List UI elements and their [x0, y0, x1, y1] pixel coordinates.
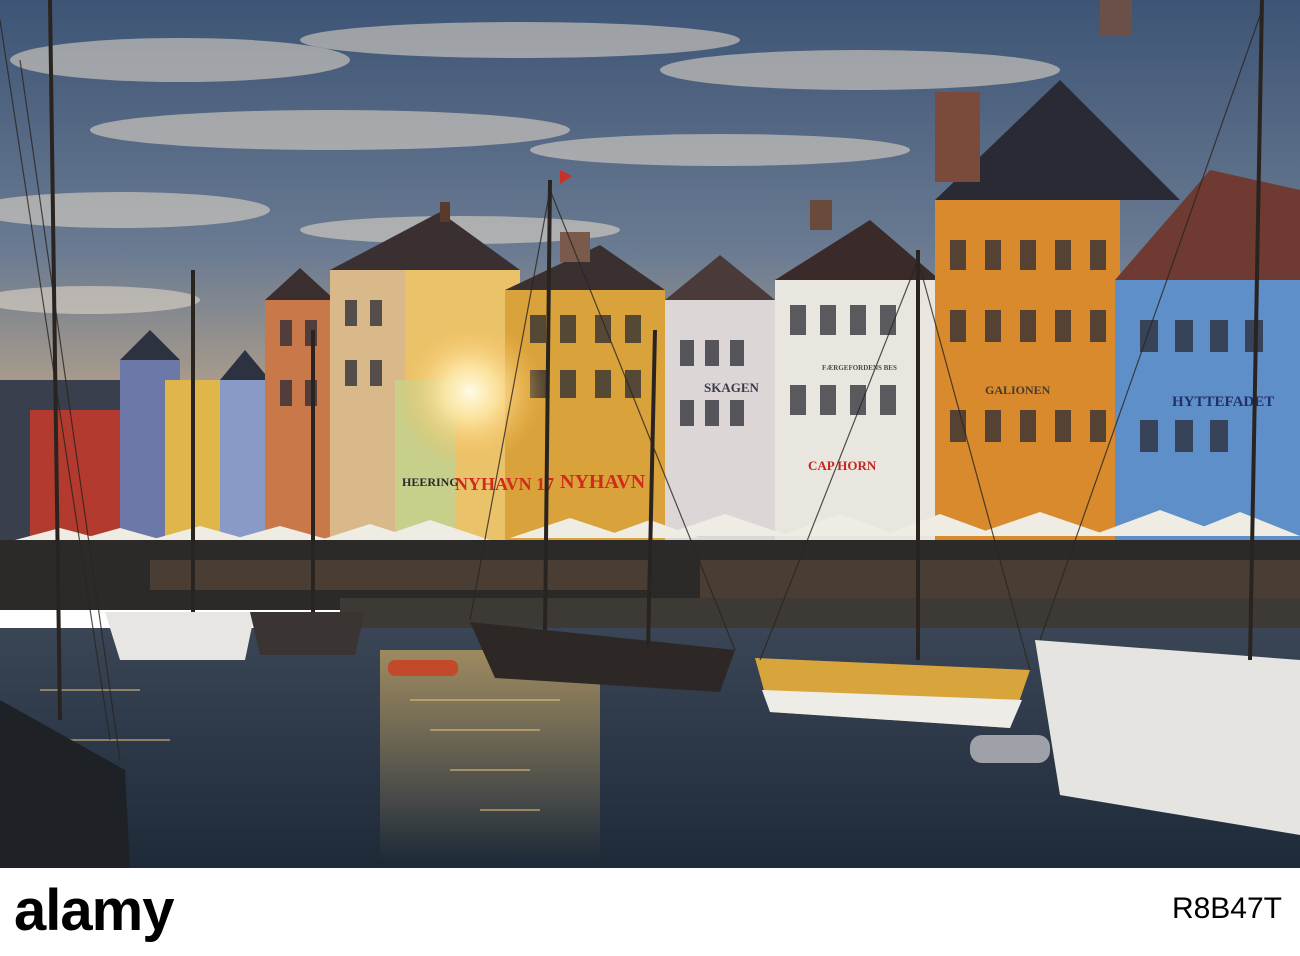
- sign-cap-horn: CAP HORN: [808, 458, 877, 473]
- nyhavn-harbour-photo: HEERING NYHAVN 17 NYHAVN SKAGEN FÆRGEFOR…: [0, 0, 1300, 868]
- stage: HEERING NYHAVN 17 NYHAVN SKAGEN FÆRGEFOR…: [0, 0, 1300, 956]
- white-boat-left: [105, 612, 255, 660]
- photo-canvas: HEERING NYHAVN 17 NYHAVN SKAGEN FÆRGEFOR…: [0, 0, 1300, 868]
- sign-hyttefadet: HYTTEFADET: [1172, 394, 1274, 410]
- brand-logo: alamy: [14, 878, 174, 943]
- grey-tender: [970, 735, 1050, 763]
- red-dinghy: [388, 660, 458, 676]
- sign-skagen: SKAGEN: [704, 380, 760, 395]
- sign-heering: HEERING: [402, 475, 459, 489]
- sign-nyhavn-17: NYHAVN 17: [455, 474, 554, 494]
- sign-faergekroen: FÆRGEFORDENS BES: [822, 364, 897, 372]
- image-id: R8B47T: [1171, 892, 1282, 925]
- sign-nyhavn: NYHAVN: [560, 471, 646, 493]
- dark-boat-left: [250, 612, 365, 655]
- sign-galionen: GALIONEN: [985, 383, 1051, 397]
- stock-footer: alamy R8B47T: [0, 868, 1300, 956]
